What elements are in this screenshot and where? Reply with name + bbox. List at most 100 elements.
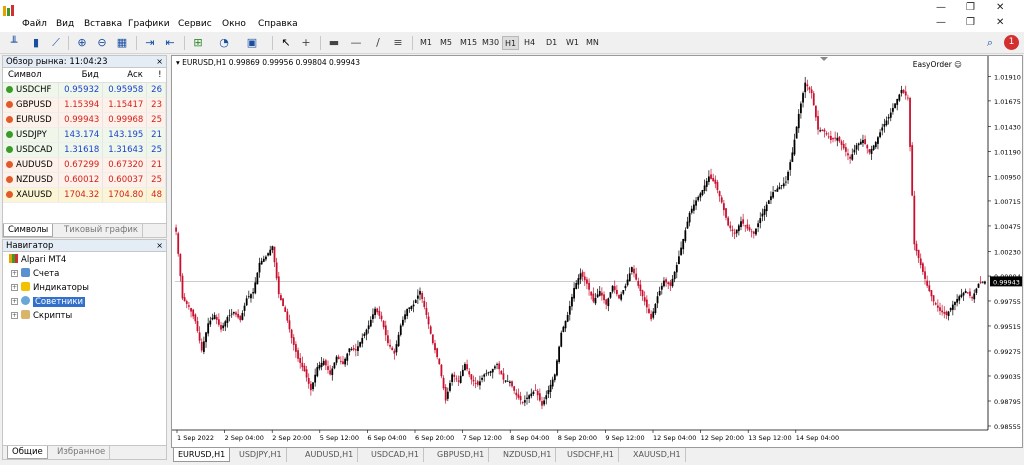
candle-body <box>678 256 680 265</box>
tab-favorites[interactable]: Избранное <box>53 446 111 459</box>
bar-chart-icon[interactable]: ╨ <box>6 35 22 51</box>
candle-body <box>877 137 879 144</box>
chart-tab-usdcad[interactable]: USDCAD,H1 <box>367 448 424 462</box>
row-bid: 0.67299 <box>58 157 104 173</box>
menu-charts[interactable]: Графики <box>128 19 170 29</box>
menu-view[interactable]: Вид <box>56 19 74 29</box>
rectangle-icon[interactable]: ▬ <box>326 35 342 51</box>
candle-body <box>288 320 291 330</box>
table-row[interactable]: USDCAD 1.31618 1.31643 25 <box>3 142 166 158</box>
tab-tick-chart[interactable]: Тиковый график <box>60 224 143 237</box>
candlestick-icon[interactable]: ▮ <box>28 35 44 51</box>
autoscroll-icon[interactable]: ⇥ <box>142 35 158 51</box>
chart-tab-usdjpy[interactable]: USDJPY,H1 <box>235 448 287 462</box>
expand-icon[interactable]: + <box>11 312 18 319</box>
chart-tab-gbpusd[interactable]: GBPUSD,H1 <box>433 448 490 462</box>
tab-common[interactable]: Общие <box>7 446 48 459</box>
child-restore-icon[interactable]: ❐ <box>966 17 975 28</box>
search-icon[interactable]: ⌕ <box>982 35 998 51</box>
menu-tools[interactable]: Сервис <box>178 19 212 29</box>
indicators-icon[interactable]: ⊞ <box>190 35 206 51</box>
row-symbol: USDCAD <box>3 142 60 158</box>
chart-tab-nzdusd[interactable]: NZDUSD,H1 <box>499 448 557 462</box>
navigator-item-indicators[interactable]: Индикаторы <box>21 282 89 294</box>
child-minimize-icon[interactable]: — <box>936 17 946 28</box>
col-bid[interactable]: Бид <box>58 68 103 83</box>
menu-insert[interactable]: Вставка <box>84 19 122 29</box>
zoom-in-icon[interactable]: ⊕ <box>74 35 90 51</box>
candle-body <box>198 332 201 341</box>
candle-body <box>964 291 967 294</box>
candle-body <box>844 147 847 152</box>
timeframe-h1[interactable]: H1 <box>502 36 520 50</box>
navigator-item-accounts[interactable]: Счета <box>21 268 59 280</box>
candle-body <box>194 314 197 322</box>
trendline-icon[interactable]: / <box>370 35 386 51</box>
line-chart-icon[interactable]: ⟋ <box>48 35 64 51</box>
crosshair-icon[interactable]: + <box>298 35 314 51</box>
navigator-item-experts[interactable]: Советники <box>21 296 86 308</box>
col-spread[interactable]: ! <box>146 68 166 83</box>
channel-icon[interactable]: ≡ <box>390 35 406 51</box>
arrow-up-icon <box>6 145 13 153</box>
menu-window[interactable]: Окно <box>222 19 246 29</box>
table-row[interactable]: XAUUSD 1704.32 1704.80 48 <box>3 187 166 203</box>
timeframe-h4[interactable]: H4 <box>522 36 537 50</box>
expand-icon[interactable]: + <box>11 298 18 305</box>
table-row[interactable]: USDCHF 0.95932 0.95958 26 <box>3 82 166 98</box>
notifications-badge[interactable]: 1 <box>1004 35 1019 50</box>
col-ask[interactable]: Аск <box>102 68 147 83</box>
candle-body <box>202 341 205 352</box>
timeframe-m15[interactable]: M15 <box>458 36 479 50</box>
close-icon[interactable]: ✕ <box>996 2 1004 13</box>
col-symbol[interactable]: Символ <box>3 68 59 83</box>
expand-icon[interactable]: + <box>11 270 18 277</box>
expand-icon[interactable]: + <box>11 284 18 291</box>
tile-windows-icon[interactable]: ▦ <box>114 35 130 51</box>
timeframe-m1[interactable]: M1 <box>418 36 434 50</box>
ea-label[interactable]: EasyOrder ☺ <box>913 60 962 69</box>
candle-body <box>924 271 926 279</box>
current-price-label: 0.99943 <box>993 278 1020 286</box>
table-row[interactable]: NZDUSD 0.60012 0.60037 25 <box>3 172 166 188</box>
table-row[interactable]: USDJPY 143.174 143.195 21 <box>3 127 166 143</box>
restore-icon[interactable]: ❐ <box>966 2 975 13</box>
timeframe-m30[interactable]: M30 <box>480 36 501 50</box>
chart-tab-usdchf[interactable]: USDCHF,H1 <box>563 448 619 462</box>
price-chart[interactable]: 1.01910 1.01675 1.01430 1.01190 1.00950 1.007… <box>172 56 1022 447</box>
cursor-icon[interactable]: ↖ <box>278 35 294 51</box>
timeframe-w1[interactable]: W1 <box>564 36 581 50</box>
templates-icon[interactable]: ▣ <box>244 35 260 51</box>
close-icon[interactable]: × <box>156 240 163 252</box>
candle-body <box>859 141 862 145</box>
tab-symbols[interactable]: Символы <box>3 224 54 237</box>
timeframe-d1[interactable]: D1 <box>544 36 559 50</box>
candle-body <box>344 358 347 365</box>
chart-tab-xauusd[interactable]: XAUUSD,H1 <box>629 448 686 462</box>
chart-shift-icon[interactable]: ⇤ <box>162 35 178 51</box>
navigator-root[interactable]: Alpari MT4 <box>9 254 66 266</box>
child-close-icon[interactable]: ✕ <box>996 17 1004 28</box>
horizontal-line-icon[interactable]: — <box>348 35 364 51</box>
table-row[interactable]: GBPUSD 1.15394 1.15417 23 <box>3 97 166 113</box>
zoom-out-icon[interactable]: ⊖ <box>94 35 110 51</box>
timeframe-mn[interactable]: MN <box>584 36 601 50</box>
periods-icon[interactable]: ◔ <box>216 35 232 51</box>
timeframe-m5[interactable]: M5 <box>438 36 454 50</box>
table-row[interactable]: AUDUSD 0.67299 0.67320 21 <box>3 157 166 173</box>
chart-tab-audusd[interactable]: AUDUSD,H1 <box>301 448 359 462</box>
minimize-icon[interactable]: — <box>936 2 946 13</box>
navigator-item-scripts[interactable]: Скрипты <box>21 310 72 322</box>
candle-body <box>607 298 610 307</box>
arrow-down-icon <box>6 100 13 108</box>
candle-body <box>633 268 635 274</box>
candle-body <box>348 348 351 353</box>
chart-window[interactable]: 1.01910 1.01675 1.01430 1.01190 1.00950 1.007… <box>171 55 1023 448</box>
candle-body <box>686 221 689 229</box>
candle-body <box>500 370 503 375</box>
menu-help[interactable]: Справка <box>258 19 298 29</box>
table-row[interactable]: EURUSD 0.99943 0.99968 25 <box>3 112 166 128</box>
close-icon[interactable]: × <box>156 56 163 68</box>
chart-tab-eurusd[interactable]: EURUSD,H1 <box>173 448 231 462</box>
menu-file[interactable]: Файл <box>22 19 47 29</box>
